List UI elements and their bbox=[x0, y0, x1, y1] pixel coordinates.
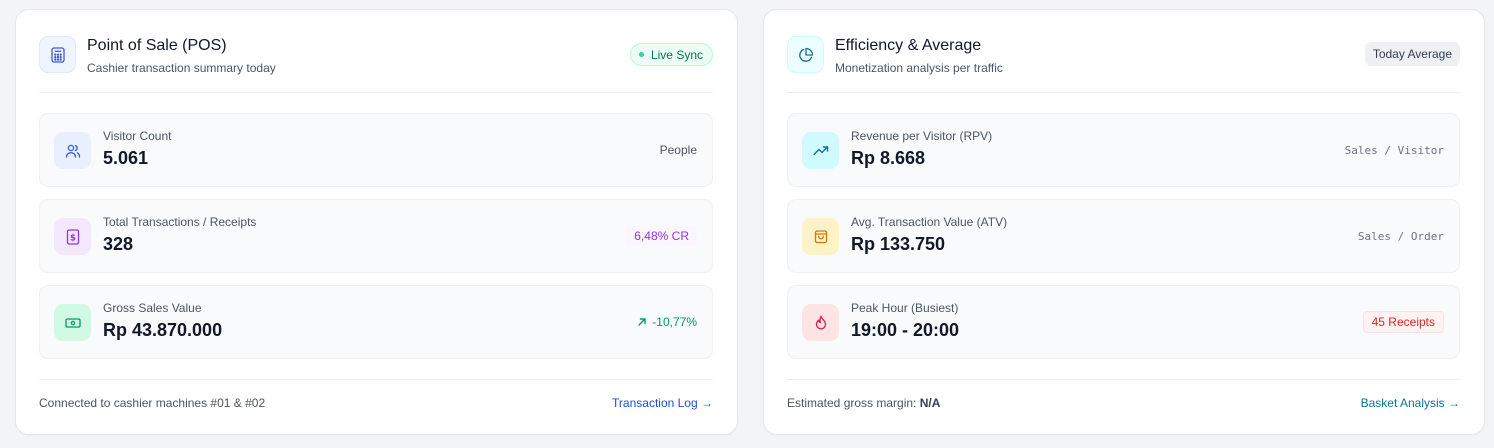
conversion-rate-badge: 6,48% CR bbox=[626, 226, 697, 246]
gross-sales-row: Gross Sales Value Rp 43.870.000 -10,77% bbox=[39, 285, 713, 359]
peak-hour-row: Peak Hour (Busiest) 19:00 - 20:00 45 Rec… bbox=[787, 285, 1460, 359]
shopping-bag-icon bbox=[802, 218, 839, 255]
divider bbox=[787, 379, 1460, 380]
svg-text:$: $ bbox=[70, 233, 76, 243]
peak-hour-value: 19:00 - 20:00 bbox=[851, 320, 960, 340]
banknote-icon bbox=[54, 304, 91, 341]
rpv-value: Rp 8.668 bbox=[851, 148, 926, 168]
atv-label: Avg. Transaction Value (ATV) bbox=[851, 215, 1008, 229]
atv-value: Rp 133.750 bbox=[851, 234, 946, 254]
sales-trend: -10,77% bbox=[637, 286, 697, 358]
transactions-row: $ Total Transactions / Receipts 328 6,48… bbox=[39, 199, 713, 273]
cashier-connection-text: Connected to cashier machines #01 & #02 bbox=[39, 396, 266, 410]
status-dot-icon bbox=[638, 52, 644, 57]
efficiency-card: Efficiency & Average Monetization analys… bbox=[763, 9, 1485, 435]
sales-trend-value: -10,77% bbox=[652, 315, 697, 329]
receipts-count-badge: 45 Receipts bbox=[1362, 311, 1444, 333]
pos-card-subtitle: Cashier transaction summary today bbox=[87, 61, 276, 75]
users-icon bbox=[54, 132, 91, 169]
peak-hour-label: Peak Hour (Busiest) bbox=[851, 301, 959, 315]
divider bbox=[39, 379, 713, 380]
flame-icon bbox=[802, 304, 839, 341]
live-sync-badge: Live Sync bbox=[629, 43, 713, 66]
pos-card: Point of Sale (POS) Cashier transaction … bbox=[15, 9, 738, 435]
divider bbox=[39, 92, 713, 93]
pos-card-header: Point of Sale (POS) Cashier transaction … bbox=[39, 36, 713, 92]
atv-formula: Sales / Order bbox=[1357, 229, 1444, 243]
gross-sales-label: Gross Sales Value bbox=[103, 301, 202, 315]
pos-card-title: Point of Sale (POS) bbox=[87, 37, 227, 54]
pie-chart-icon bbox=[787, 36, 824, 73]
live-sync-label: Live Sync bbox=[650, 47, 703, 62]
rpv-row: Revenue per Visitor (RPV) Rp 8.668 Sales… bbox=[787, 113, 1460, 187]
calculator-icon bbox=[39, 36, 76, 73]
efficiency-card-subtitle: Monetization analysis per traffic bbox=[835, 61, 1003, 75]
receipt-icon: $ bbox=[54, 218, 91, 255]
rpv-label: Revenue per Visitor (RPV) bbox=[851, 129, 993, 143]
efficiency-card-title: Efficiency & Average bbox=[835, 37, 982, 54]
efficiency-card-footer: Estimated gross margin: N/A Basket Analy… bbox=[787, 396, 1460, 412]
trending-up-icon bbox=[802, 132, 839, 169]
gross-margin-label: Estimated gross margin: bbox=[787, 396, 917, 410]
basket-analysis-link[interactable]: Basket Analysis → bbox=[1361, 396, 1460, 410]
arrow-up-right-icon bbox=[638, 318, 646, 326]
transaction-log-link[interactable]: Transaction Log → bbox=[612, 396, 713, 410]
visitor-unit: People bbox=[659, 143, 697, 157]
today-average-badge: Today Average bbox=[1364, 42, 1460, 66]
transactions-value: 328 bbox=[103, 234, 134, 254]
gross-margin-value: N/A bbox=[919, 396, 941, 410]
transactions-label: Total Transactions / Receipts bbox=[103, 215, 257, 229]
visitor-count-row: Visitor Count 5.061 People bbox=[39, 113, 713, 187]
efficiency-card-header: Efficiency & Average Monetization analys… bbox=[787, 36, 1460, 92]
atv-row: Avg. Transaction Value (ATV) Rp 133.750 … bbox=[787, 199, 1460, 273]
rpv-formula: Sales / Visitor bbox=[1344, 143, 1444, 157]
pos-card-footer: Connected to cashier machines #01 & #02 … bbox=[39, 396, 713, 412]
visitor-count-value: 5.061 bbox=[103, 148, 149, 168]
divider bbox=[787, 92, 1460, 93]
gross-sales-value: Rp 43.870.000 bbox=[103, 320, 223, 340]
visitor-count-label: Visitor Count bbox=[103, 129, 172, 143]
gross-margin-text: Estimated gross margin: N/A bbox=[787, 396, 940, 410]
